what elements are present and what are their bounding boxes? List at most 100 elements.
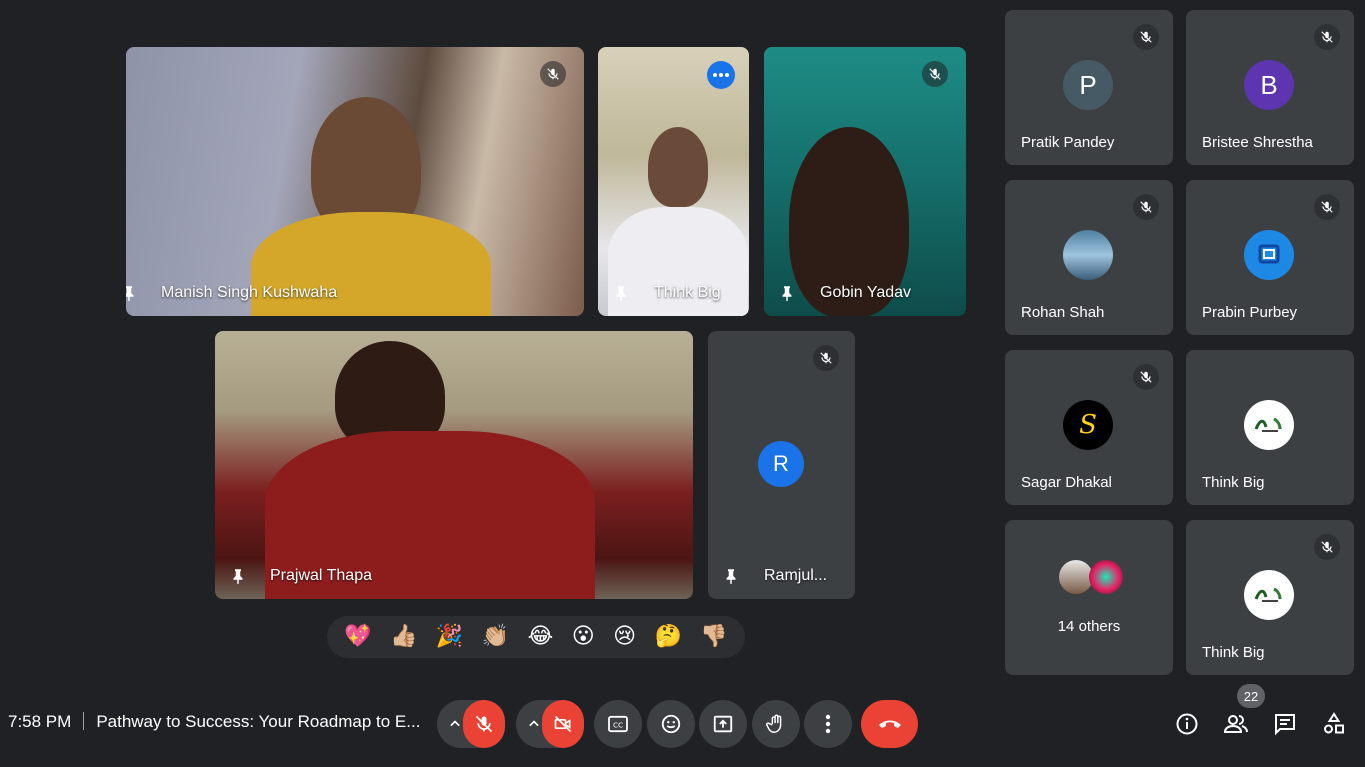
chat-button[interactable]: [1271, 710, 1299, 738]
mic-off-icon: [1133, 194, 1159, 220]
participant-name: Think Big: [1202, 644, 1265, 661]
avatar: [1244, 400, 1294, 450]
avatar: R: [758, 441, 804, 487]
think-big-logo-icon: [1254, 587, 1282, 602]
participant-tile[interactable]: Think Big: [1186, 520, 1354, 675]
mic-off-icon: [1314, 24, 1340, 50]
video-tile[interactable]: Manish Singh Kushwaha: [126, 47, 584, 316]
reactions-button[interactable]: [647, 700, 695, 748]
pin-icon[interactable]: [778, 282, 796, 304]
divider: [83, 712, 85, 730]
reaction-cry-icon[interactable]: 😢: [613, 626, 636, 648]
camera-control: [516, 700, 584, 748]
participant-tile[interactable]: Prabin Purbey: [1186, 180, 1354, 335]
others-count: 14 others: [1057, 618, 1121, 635]
mic-off-icon: [1133, 364, 1159, 390]
chevron-up-icon[interactable]: [524, 714, 544, 734]
closed-captions-icon: CC: [608, 715, 628, 733]
present-button[interactable]: [699, 700, 747, 748]
participant-name: Manish Singh Kushwaha: [161, 284, 338, 301]
video-tile[interactable]: Think Big: [598, 47, 749, 316]
more-options-button[interactable]: [804, 700, 852, 748]
pin-icon[interactable]: [229, 565, 247, 587]
avatar: [1059, 560, 1093, 594]
people-icon: [1223, 715, 1248, 733]
participant-name: Sagar Dhakal: [1021, 474, 1112, 491]
activities-button[interactable]: [1320, 710, 1348, 738]
pin-icon[interactable]: [612, 282, 630, 304]
camera-off-icon: [554, 715, 572, 733]
people-button[interactable]: [1222, 710, 1250, 738]
reaction-thumbs-up-icon[interactable]: 👍🏼: [390, 626, 417, 648]
chevron-up-icon[interactable]: [445, 714, 465, 734]
meeting-title: Pathway to Success: Your Roadmap to E...: [96, 712, 421, 731]
raise-hand-button[interactable]: [752, 700, 800, 748]
participant-name: Think Big: [1202, 474, 1265, 491]
participant-tile[interactable]: Rohan Shah: [1005, 180, 1173, 335]
svg-text:CC: CC: [613, 721, 623, 730]
reactions-bar: 💖 👍🏼 🎉 👏🏼 😂 😮 😢 🤔 👎🏼: [327, 616, 745, 658]
hand-icon: [766, 714, 782, 733]
pin-icon[interactable]: [722, 565, 740, 587]
reaction-party-popper-icon[interactable]: 🎉: [436, 626, 463, 648]
avatar: S: [1063, 400, 1113, 450]
camera-toggle-button[interactable]: [542, 700, 584, 748]
participant-name: Gobin Yadav: [820, 284, 912, 301]
activities-icon: [1324, 712, 1344, 734]
participant-tile[interactable]: Think Big: [1186, 350, 1354, 505]
pin-icon[interactable]: [126, 282, 138, 304]
captions-button[interactable]: CC: [594, 700, 642, 748]
video-tile[interactable]: R Ramjul...: [708, 331, 855, 599]
emoji-icon: [661, 714, 681, 734]
participant-tile[interactable]: B Bristee Shrestha: [1186, 10, 1354, 165]
video-stage: Manish Singh Kushwaha Think Big Gobin Ya…: [0, 0, 995, 685]
reaction-thinking-icon[interactable]: 🤔: [655, 626, 682, 648]
meeting-info: 7:58 PM Pathway to Success: Your Roadmap …: [8, 712, 420, 732]
avatar: B: [1244, 60, 1294, 110]
reaction-thumbs-down-icon[interactable]: 👎🏼: [700, 626, 727, 648]
participant-tile[interactable]: S Sagar Dhakal: [1005, 350, 1173, 505]
think-big-logo-icon: [1254, 417, 1282, 432]
participant-name: Ramjul...: [764, 567, 828, 584]
call-end-icon: [878, 720, 901, 728]
avatar: [1244, 230, 1294, 280]
people-count-badge: 22: [1237, 684, 1265, 708]
avatar: [1063, 230, 1113, 280]
mic-off-icon: [475, 715, 493, 733]
participant-name: Prabin Purbey: [1202, 304, 1298, 321]
participant-grid: P Pratik Pandey B Bristee Shrestha Rohan…: [995, 0, 1365, 685]
mic-off-icon: [540, 61, 566, 87]
microphone-control: [437, 700, 505, 748]
participant-name: Bristee Shrestha: [1202, 134, 1313, 151]
participant-name: Rohan Shah: [1021, 304, 1105, 321]
more-vert-icon: [825, 714, 831, 734]
clock: 7:58 PM: [8, 712, 72, 731]
mic-off-icon: [1314, 534, 1340, 560]
avatar: [1089, 560, 1123, 594]
mic-toggle-button[interactable]: [463, 700, 505, 748]
leave-call-button[interactable]: [861, 700, 918, 748]
video-tile[interactable]: Gobin Yadav: [764, 47, 966, 316]
reaction-sparkling-heart-icon[interactable]: 💖: [344, 626, 371, 648]
chat-icon: [1275, 714, 1295, 736]
video-tile[interactable]: Prajwal Thapa: [215, 331, 693, 599]
avatar-logo-icon: [1258, 244, 1280, 264]
mic-off-icon: [1133, 24, 1159, 50]
participant-name: Pratik Pandey: [1021, 134, 1115, 151]
reaction-clap-icon[interactable]: 👏🏼: [482, 626, 509, 648]
others-tile[interactable]: 14 others: [1005, 520, 1173, 675]
mic-off-icon: [1314, 194, 1340, 220]
reaction-surprised-icon[interactable]: 😮: [572, 626, 595, 648]
info-icon: [1176, 713, 1198, 735]
meeting-details-button[interactable]: [1173, 710, 1201, 738]
participant-name: Prajwal Thapa: [270, 567, 372, 584]
participant-video: [648, 127, 708, 207]
participant-name: Think Big: [654, 284, 721, 301]
avatar: [1244, 570, 1294, 620]
mic-off-icon: [813, 345, 839, 371]
participant-tile[interactable]: P Pratik Pandey: [1005, 10, 1173, 165]
avatar: P: [1063, 60, 1113, 110]
reaction-joy-icon[interactable]: 😂: [528, 626, 554, 648]
mic-off-icon: [922, 61, 948, 87]
more-options-icon[interactable]: [707, 61, 735, 89]
